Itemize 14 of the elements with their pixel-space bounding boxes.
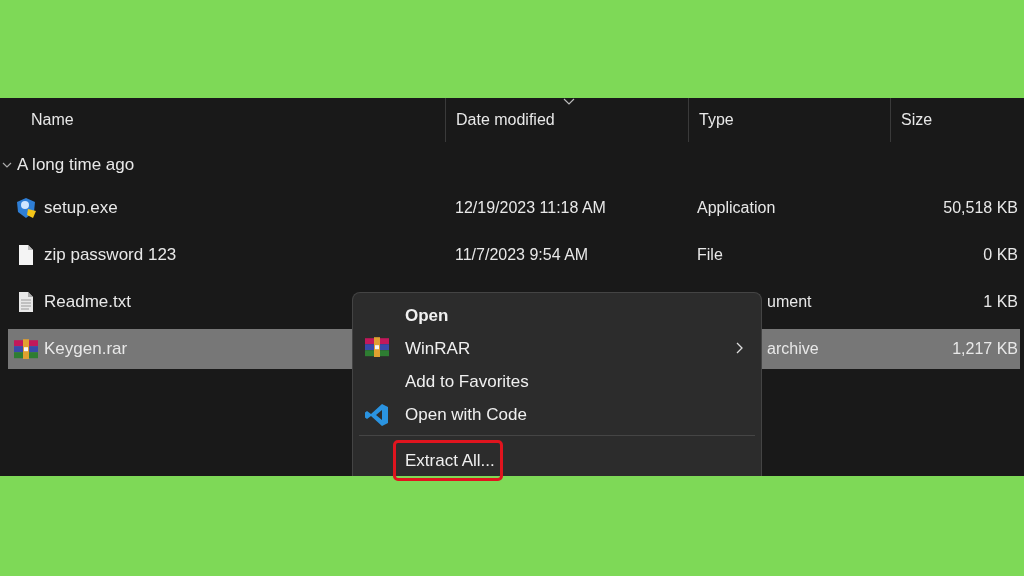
file-type: ument (766, 293, 813, 311)
file-name: Readme.txt (44, 292, 131, 312)
file-size: 50,518 KB (942, 199, 1019, 217)
file-name: zip password 123 (44, 245, 177, 265)
file-type: archive (766, 340, 820, 358)
date-modified: 11/7/2023 9:54 AM (454, 246, 590, 264)
file-type: File (696, 246, 724, 264)
file-type: Application (696, 199, 777, 217)
date-modified: 12/19/2023 11:18 AM (454, 199, 607, 217)
file-name: Keygen.rar (44, 339, 128, 359)
file-name: setup.exe (44, 198, 118, 218)
file-size: 1 KB (982, 293, 1019, 311)
file-size: 1,217 KB (951, 340, 1019, 358)
file-size: 0 KB (982, 246, 1019, 264)
